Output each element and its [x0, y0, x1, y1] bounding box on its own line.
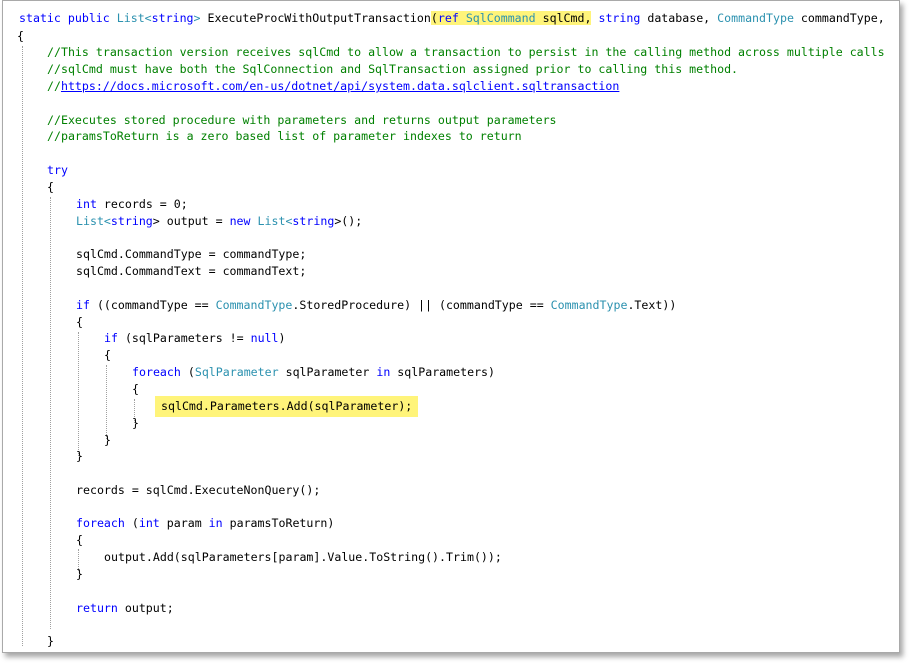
- keyword: return: [76, 601, 118, 615]
- code-line-return: return output;: [76, 600, 174, 617]
- code-text: records = 0;: [96, 197, 188, 211]
- brace-line: }: [47, 634, 54, 648]
- keyword: int: [76, 197, 97, 211]
- code-line-output-decl: List<string> output = new List<string>()…: [76, 213, 362, 230]
- parameter-name: database,: [647, 11, 711, 25]
- code-line-foreach-params: foreach (SqlParameter sqlParameter in sq…: [132, 364, 495, 381]
- indent-guide: [22, 46, 23, 646]
- generic-close: >: [193, 11, 201, 25]
- docs-link[interactable]: https://docs.microsoft.com/en-us/dotnet/…: [61, 79, 619, 93]
- brace-line: {: [132, 382, 139, 396]
- brace-line: }: [76, 449, 83, 463]
- generic-open: <: [103, 214, 111, 228]
- brace-line: {: [17, 29, 24, 43]
- keyword: string: [598, 11, 641, 25]
- code-line-signature: static public List<string> ExecuteProcWi…: [19, 10, 885, 27]
- code-text: (: [124, 516, 139, 530]
- generic-open: <: [144, 11, 152, 25]
- code-text: paramsToReturn): [222, 516, 335, 530]
- code-line-add-param: sqlCmd.Parameters.Add(sqlParameter);: [155, 396, 419, 417]
- code-line-output-add: output.Add(sqlParameters[param].Value.To…: [104, 550, 502, 564]
- highlighted-ref-parameter: (ref SqlCommand sqlCmd,: [430, 11, 592, 25]
- code-line-execute: records = sqlCmd.ExecuteNonQuery();: [76, 483, 321, 497]
- code-line-foreach-return: foreach (int param in paramsToReturn): [76, 515, 334, 532]
- method-name: ExecuteProcWithOutputTransaction: [207, 11, 431, 25]
- keyword: if: [76, 298, 90, 312]
- keyword: new: [229, 214, 251, 228]
- brace-line: }: [104, 433, 111, 447]
- code-text: .StoredProcedure) || (commandType ==: [292, 298, 551, 312]
- indent-guide: [50, 197, 51, 629]
- code-screenshot-frame: static public List<string> ExecuteProcWi…: [2, 0, 900, 653]
- comment-line: //sqlCmd must have both the SqlConnectio…: [47, 62, 739, 76]
- brace-line: }: [132, 416, 139, 430]
- type-name: List: [116, 11, 145, 25]
- code-line-if-params: if (sqlParameters != null): [104, 330, 286, 347]
- keyword: foreach: [76, 516, 125, 530]
- code-text: output;: [117, 601, 174, 615]
- code-text: (sqlParameters !=: [117, 331, 251, 345]
- type-name: CommandType: [550, 298, 628, 312]
- parameter-name: commandType,: [800, 11, 885, 25]
- keyword: in: [208, 516, 223, 530]
- keyword: in: [376, 365, 391, 379]
- code-line-assign-commandtype: sqlCmd.CommandType = commandType;: [76, 247, 307, 261]
- try-keyword-line: try: [47, 163, 68, 177]
- comment-line: //Executes stored procedure with paramet…: [47, 113, 557, 127]
- type-name: List: [257, 214, 286, 228]
- parameter-name: sqlCmd,: [542, 11, 592, 25]
- code-text: (: [180, 365, 195, 379]
- keyword: static: [19, 11, 61, 25]
- brace-line: }: [76, 567, 83, 581]
- comment-prefix: //: [47, 79, 61, 93]
- code-text: > output =: [152, 214, 230, 228]
- type-name: CommandType: [717, 11, 794, 25]
- keyword: string: [292, 214, 335, 228]
- brace-line: {: [47, 180, 54, 194]
- type-name: List: [76, 214, 104, 228]
- code-text: ((commandType ==: [89, 298, 216, 312]
- comment-line-link: //https://docs.microsoft.com/en-us/dotne…: [47, 78, 619, 95]
- paren-open: (: [430, 11, 438, 25]
- brace-line: {: [76, 533, 83, 547]
- keyword: if: [104, 331, 118, 345]
- code-line-assign-commandtext: sqlCmd.CommandText = commandText;: [76, 264, 307, 278]
- code-text: .Text)): [627, 298, 677, 312]
- keyword: string: [151, 11, 194, 25]
- code-text: sqlParameter: [278, 365, 377, 379]
- code-text: sqlParameters): [390, 365, 496, 379]
- keyword: public: [67, 11, 110, 25]
- code-editor: static public List<string> ExecuteProcWi…: [3, 1, 899, 652]
- indent-guide: [106, 365, 107, 439]
- keyword: ref: [437, 11, 459, 25]
- code-line-if-commandtype: if ((commandType == CommandType.StoredPr…: [76, 297, 676, 314]
- highlighted-add-param: sqlCmd.Parameters.Add(sqlParameter);: [155, 396, 419, 417]
- code-text: param: [159, 516, 209, 530]
- type-name: CommandType: [215, 298, 293, 312]
- keyword: int: [138, 516, 160, 530]
- keyword: foreach: [132, 365, 181, 379]
- type-name: SqlParameter: [194, 365, 279, 379]
- comment-line: //paramsToReturn is a zero based list of…: [47, 129, 522, 143]
- keyword: null: [250, 331, 279, 345]
- code-text: ): [278, 331, 286, 345]
- comment-line: //This transaction version receives sqlC…: [47, 45, 885, 59]
- brace-line: {: [76, 315, 83, 329]
- type-name: SqlCommand: [465, 11, 536, 25]
- indent-guide: [78, 332, 79, 456]
- code-text: >();: [334, 214, 363, 228]
- brace-line: {: [104, 348, 111, 362]
- code-line-records-decl: int records = 0;: [76, 196, 188, 213]
- keyword: string: [110, 214, 153, 228]
